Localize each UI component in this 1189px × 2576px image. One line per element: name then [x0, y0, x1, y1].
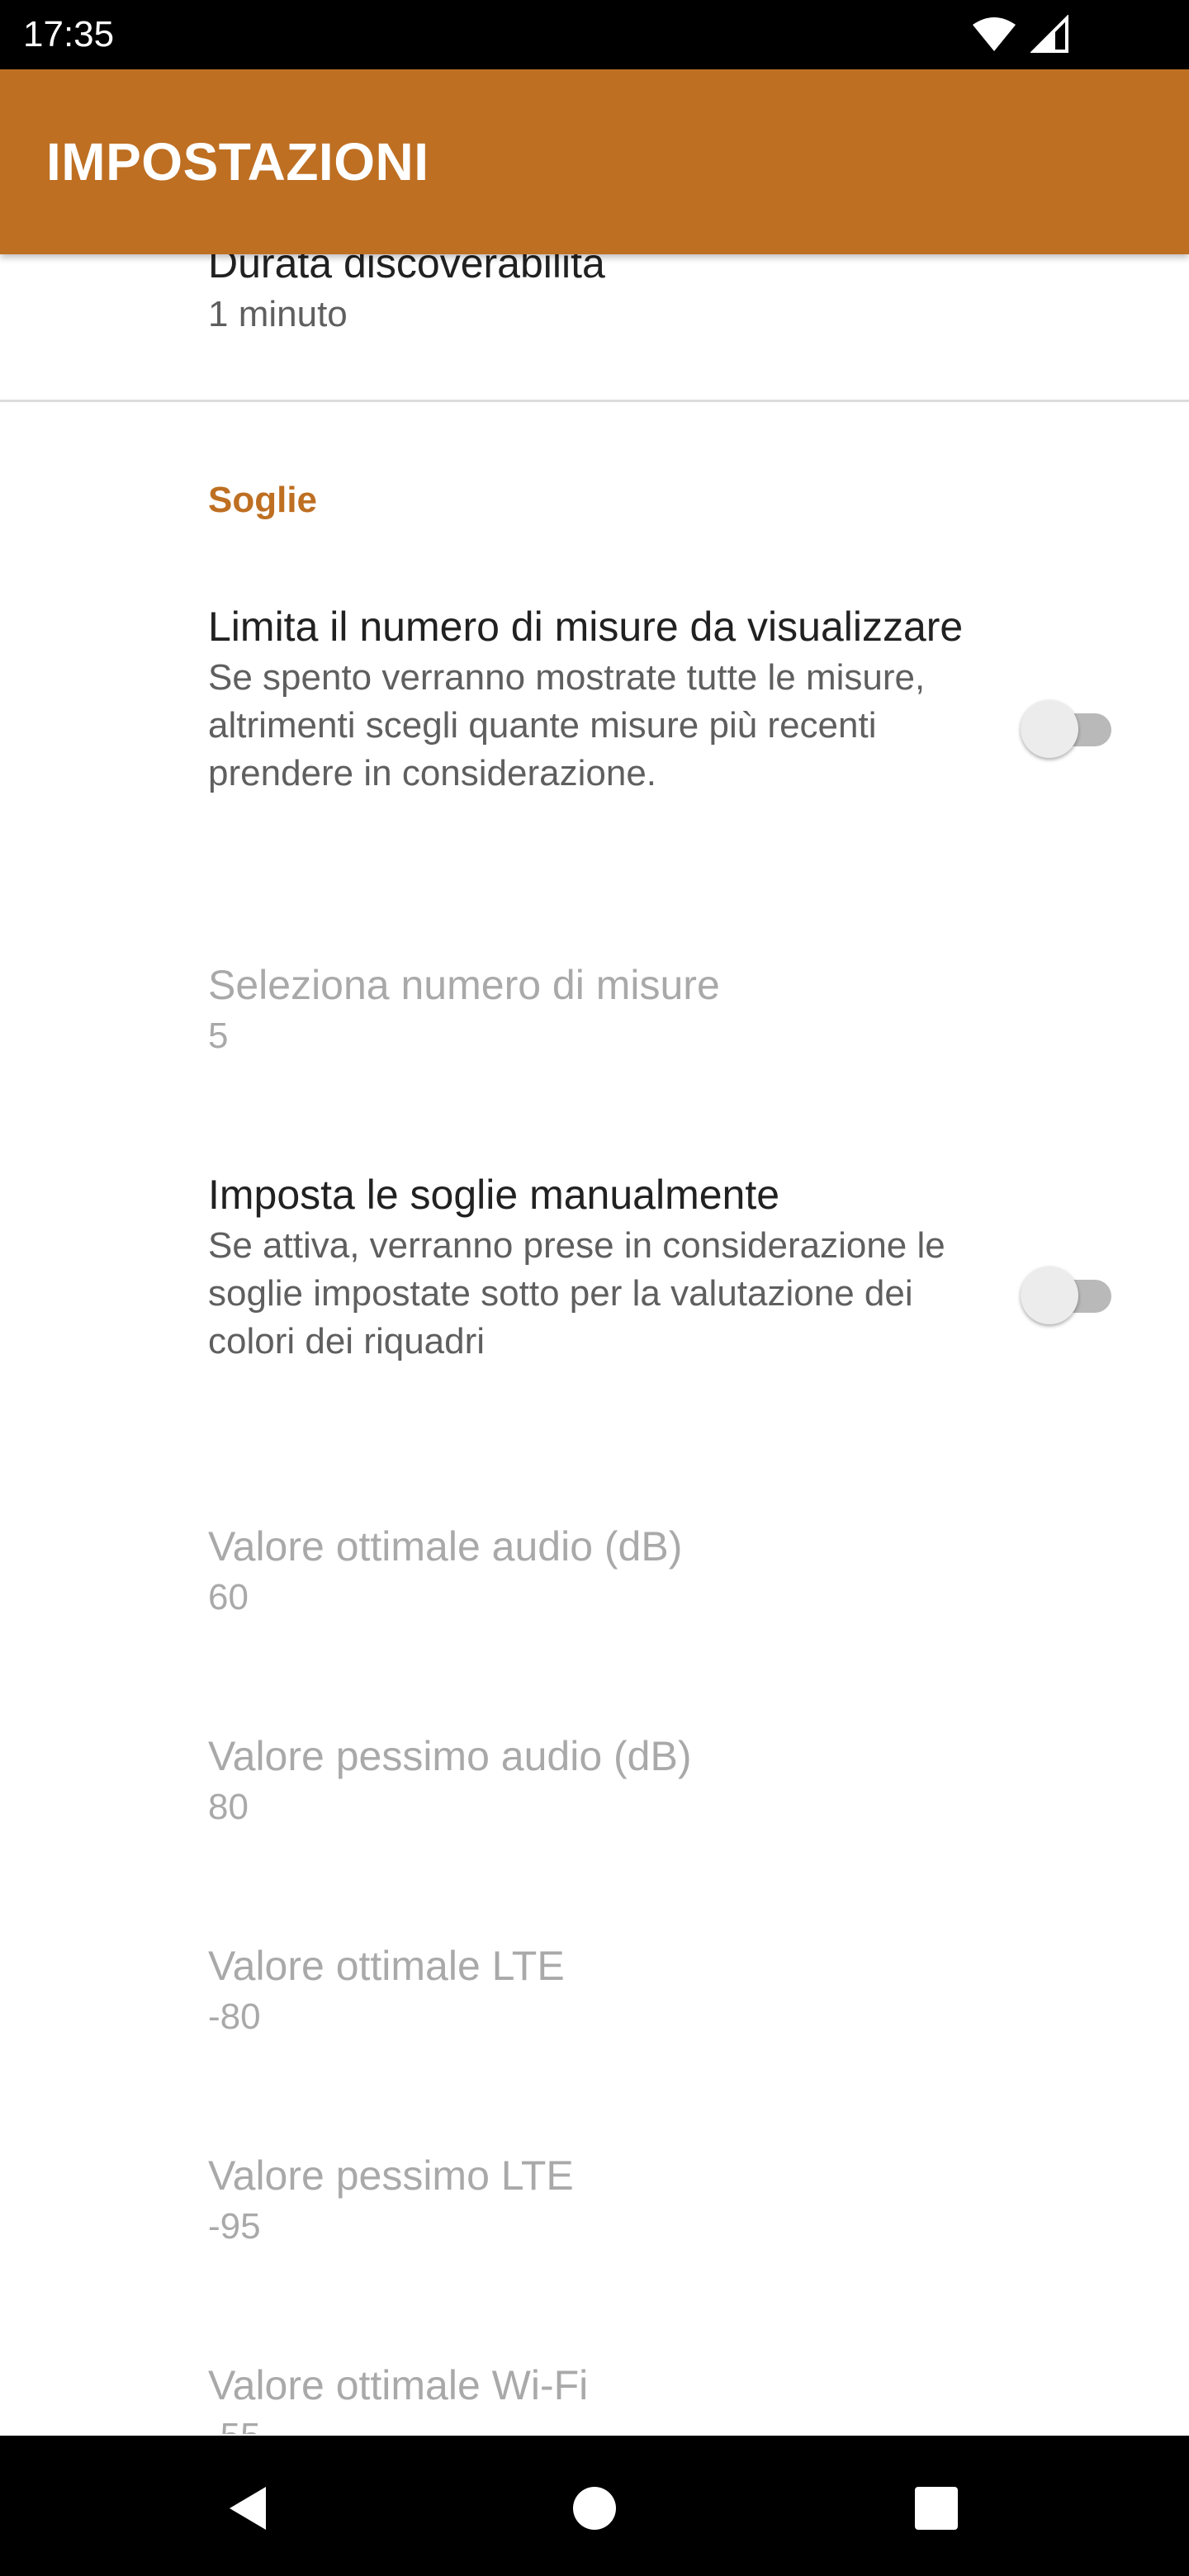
pref-title: Valore pessimo audio (dB) [208, 1733, 692, 1779]
pref-title: Valore ottimale LTE [208, 1943, 565, 1989]
pref-summary: 1 minuto [208, 294, 348, 334]
app-title: IMPOSTAZIONI [46, 132, 429, 192]
home-icon[interactable] [561, 2475, 628, 2541]
pref-select-measures[interactable]: Seleziona numero di misure 5 [208, 958, 720, 1060]
switch-thumb [1021, 700, 1078, 758]
recents-icon[interactable] [903, 2475, 969, 2541]
status-time: 17:35 [23, 14, 115, 54]
pref-manual-thresholds[interactable]: Imposta le soglie manualmente Se attiva,… [208, 1167, 968, 1366]
status-icons [961, 15, 1070, 54]
manual-thresholds-switch[interactable] [1021, 1260, 1113, 1326]
pref-lte-optimal[interactable]: Valore ottimale LTE -80 [208, 1939, 565, 2041]
pref-title: Durata discoverabilità [208, 254, 605, 286]
status-bar: 17:35 [0, 0, 1189, 69]
app-bar: IMPOSTAZIONI [0, 69, 1189, 254]
pref-summary: 80 [208, 1787, 249, 1827]
pref-summary: -55 [208, 2413, 588, 2434]
pref-summary: -80 [208, 1996, 261, 2037]
divider [0, 400, 1189, 402]
pref-lte-worst[interactable]: Valore pessimo LTE -95 [208, 2148, 574, 2251]
cell-signal-icon [1030, 15, 1068, 53]
pref-summary: -95 [208, 2206, 261, 2247]
pref-title: Valore ottimale audio (dB) [208, 1523, 683, 1570]
pref-discoverability-duration[interactable]: Durata discoverabilità 1 minuto [208, 254, 605, 339]
back-icon[interactable] [216, 2475, 282, 2541]
pref-summary: 5 [208, 1016, 229, 1056]
pref-summary: Se spento verranno mostrate tutte le mis… [208, 657, 926, 793]
pref-title: Valore pessimo LTE [208, 2152, 574, 2199]
pref-limit-measures[interactable]: Limita il numero di misure da visualizza… [208, 599, 968, 798]
pref-title: Imposta le soglie manualmente [208, 1172, 780, 1218]
pref-title: Limita il numero di misure da visualizza… [208, 604, 964, 650]
wifi-icon [972, 17, 1016, 51]
settings-list[interactable]: Durata discoverabilità 1 minuto Soglie L… [0, 254, 1189, 2434]
pref-audio-worst[interactable]: Valore pessimo audio (dB) 80 [208, 1729, 691, 1831]
pref-title: Valore ottimale Wi-Fi [208, 2362, 589, 2408]
pref-title: Seleziona numero di misure [208, 962, 720, 1008]
switch-thumb [1021, 1267, 1078, 1324]
pref-summary: Se attiva, verranno prese in considerazi… [208, 1225, 945, 1361]
limit-measures-switch[interactable] [1021, 694, 1113, 760]
pref-summary: 60 [208, 1577, 249, 1617]
category-header-soglie: Soglie [208, 480, 318, 520]
navigation-bar [0, 2436, 1189, 2576]
pref-audio-optimal[interactable]: Valore ottimale audio (dB) 60 [208, 1519, 682, 1622]
pref-wifi-optimal[interactable]: Valore ottimale Wi-Fi -55 [208, 2358, 588, 2434]
